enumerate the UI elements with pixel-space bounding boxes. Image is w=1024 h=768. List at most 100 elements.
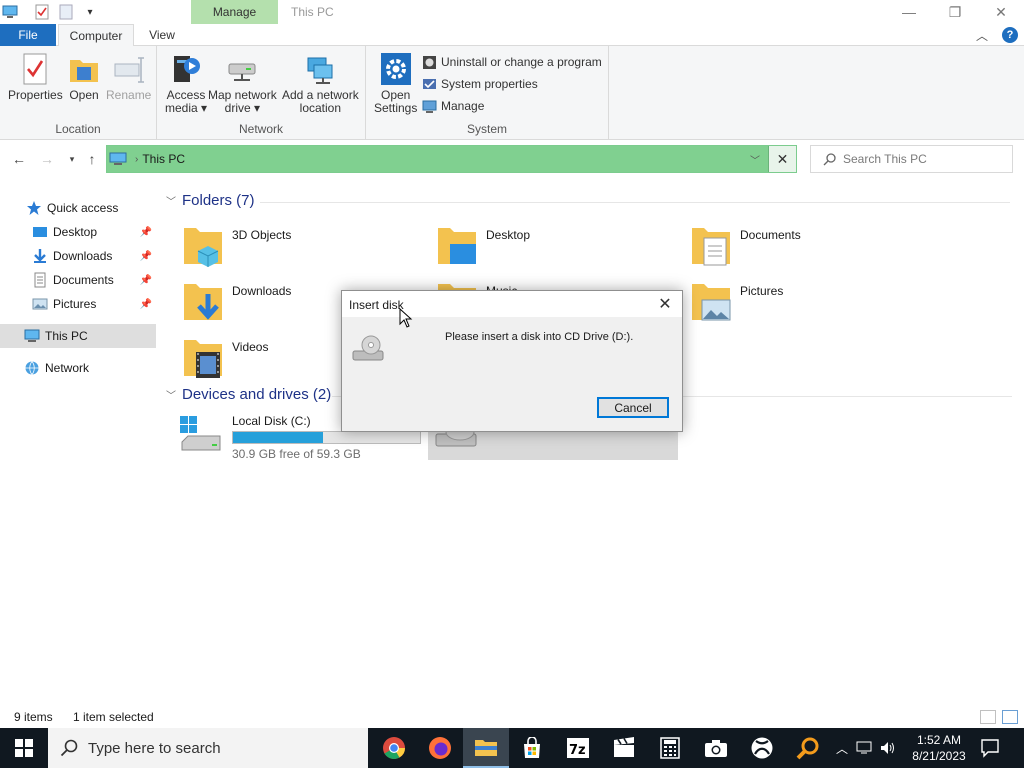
show-hidden-icons-chevron-icon[interactable]: ︿ <box>836 740 848 757</box>
folder-desktop[interactable]: Desktop <box>436 220 676 270</box>
new-folder-icon[interactable] <box>56 2 76 22</box>
clock-time: 1:52 AM <box>916 733 962 747</box>
documents-folder-icon <box>692 228 730 266</box>
system-tray: ︿ <box>836 728 896 768</box>
devices-section-header[interactable]: ﹀ Devices and drives (2) <box>166 386 331 403</box>
open-button[interactable]: Open <box>68 52 100 102</box>
pin-icon[interactable]: 📌 <box>140 251 152 262</box>
system-properties-button[interactable]: System properties <box>422 75 538 93</box>
pin-icon[interactable]: 📌 <box>140 227 152 238</box>
cd-drive-icon <box>352 335 384 361</box>
close-button[interactable]: ✕ <box>978 0 1024 24</box>
microsoft-store-icon[interactable] <box>509 728 555 768</box>
properties-label: Properties <box>8 88 63 102</box>
settings-gear-icon <box>380 53 411 85</box>
tab-view[interactable]: View <box>140 24 184 46</box>
camera-icon[interactable] <box>693 728 739 768</box>
address-bar[interactable]: › This PC ﹀ ✕ <box>106 145 797 173</box>
calculator-icon[interactable] <box>647 728 693 768</box>
uninstall-program-button[interactable]: Uninstall or change a program <box>422 53 602 71</box>
file-explorer-icon[interactable] <box>463 728 509 768</box>
properties-icon[interactable] <box>32 2 52 22</box>
folders-section-header[interactable]: ﹀ Folders (7) <box>166 192 255 209</box>
network-status-icon[interactable] <box>856 741 872 755</box>
star-icon <box>27 201 41 215</box>
open-settings-button[interactable]: Open Settings <box>374 52 417 115</box>
address-path[interactable]: This PC <box>142 152 185 166</box>
xbox-icon[interactable] <box>739 728 785 768</box>
collapse-chevron-icon[interactable]: ﹀ <box>166 193 176 208</box>
forward-arrow-icon[interactable]: → <box>38 150 56 168</box>
breadcrumb-chevron-icon[interactable]: › <box>135 154 138 165</box>
content-pane: ﹀ Folders (7) 3D Objects Desktop Documen… <box>160 180 1020 710</box>
start-button[interactable] <box>0 728 48 768</box>
nav-network-label: Network <box>45 361 90 375</box>
7zip-icon[interactable]: 7z <box>555 728 601 768</box>
nav-documents[interactable]: Documents 📌 <box>0 268 156 292</box>
minimize-button[interactable]: — <box>886 0 932 24</box>
details-view-icon[interactable] <box>980 710 996 724</box>
tab-file[interactable]: File <box>0 24 56 46</box>
nav-pictures[interactable]: Pictures 📌 <box>0 292 156 316</box>
address-dropdown-icon[interactable]: ﹀ <box>750 152 760 167</box>
rename-button[interactable]: Rename <box>106 52 151 102</box>
search-placeholder: Search This PC <box>843 152 927 166</box>
collapse-chevron-icon[interactable]: ﹀ <box>166 387 176 402</box>
dialog-close-icon[interactable]: ✕ <box>656 295 674 313</box>
nav-network[interactable]: Network <box>0 356 156 380</box>
system-clock[interactable]: 1:52 AM 8/21/2023 <box>906 732 972 764</box>
search-everything-icon[interactable] <box>785 728 831 768</box>
up-arrow-icon[interactable]: ↑ <box>83 150 101 168</box>
cancel-button[interactable]: Cancel <box>597 397 669 418</box>
customize-toolbar-icon[interactable]: ▾ <box>80 2 100 22</box>
network-location-icon <box>307 57 333 84</box>
firefox-icon[interactable] <box>417 728 463 768</box>
manage-label: Manage <box>441 99 485 113</box>
taskbar-search[interactable]: Type here to search <box>48 728 368 768</box>
pin-icon[interactable]: 📌 <box>140 275 152 286</box>
drive-free-space: 30.9 GB free of 59.3 GB <box>232 447 361 461</box>
open-folder-icon <box>70 60 98 82</box>
large-icons-view-icon[interactable] <box>1002 710 1018 724</box>
pin-icon[interactable]: 📌 <box>140 299 152 310</box>
manage-computer-icon <box>422 100 437 113</box>
network-drive-icon <box>228 63 256 81</box>
map-network-drive-button[interactable]: Map network drive ▾ <box>208 52 277 115</box>
mouse-cursor-icon <box>399 308 413 328</box>
back-arrow-icon[interactable]: ← <box>10 150 28 168</box>
collapse-ribbon-icon[interactable]: ︿ <box>976 27 988 44</box>
map-network-drive-label-2: drive ▾ <box>224 101 261 115</box>
quick-access-toolbar: ▾ <box>0 0 104 24</box>
nav-downloads[interactable]: Downloads 📌 <box>0 244 156 268</box>
nav-desktop[interactable]: Desktop 📌 <box>0 220 156 244</box>
clear-address-icon[interactable]: ✕ <box>768 146 796 172</box>
add-network-location-button[interactable]: Add a network location <box>282 52 359 115</box>
notification-icon[interactable] <box>980 738 1000 758</box>
selected-count: 1 item selected <box>73 710 154 724</box>
nav-this-pc[interactable]: This PC <box>0 324 156 348</box>
document-icon <box>34 272 46 288</box>
nav-quick-access[interactable]: Quick access <box>0 196 156 220</box>
folder-documents[interactable]: Documents <box>690 220 930 270</box>
search-box[interactable]: Search This PC <box>810 145 1013 173</box>
help-icon[interactable]: ? <box>1002 27 1018 43</box>
drive-usage-bar <box>232 431 421 444</box>
volume-icon[interactable] <box>880 741 896 755</box>
video-editor-icon[interactable] <box>601 728 647 768</box>
recent-locations-chevron-icon[interactable]: ▾ <box>63 150 81 168</box>
computer-icon[interactable] <box>0 2 20 22</box>
videos-folder-icon <box>184 340 222 378</box>
folder-pictures[interactable]: Pictures <box>690 276 930 326</box>
restore-button[interactable]: ❐ <box>932 0 978 24</box>
folder-3d-objects[interactable]: 3D Objects <box>182 220 422 270</box>
this-pc-icon <box>24 329 40 342</box>
folder-name: 3D Objects <box>232 228 292 242</box>
manage-button[interactable]: Manage <box>422 97 484 115</box>
folder-name: Documents <box>740 228 801 242</box>
properties-button[interactable]: Properties <box>8 52 63 102</box>
download-arrow-icon <box>34 249 46 263</box>
chrome-icon[interactable] <box>371 728 417 768</box>
tab-computer[interactable]: Computer <box>58 24 134 47</box>
nav-downloads-label: Downloads <box>53 249 113 263</box>
access-media-button[interactable]: Access media ▾ <box>165 52 207 115</box>
